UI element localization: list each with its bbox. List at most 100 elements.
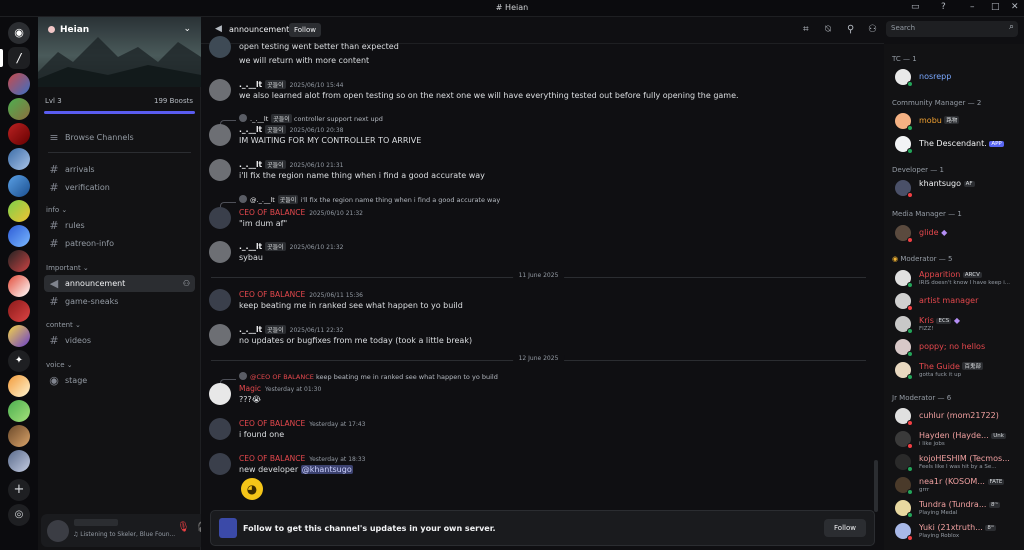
server-icon-6[interactable] bbox=[8, 175, 30, 197]
chat-scrollbar[interactable] bbox=[874, 460, 878, 512]
server-list: ◉ / ✦ + ◎ bbox=[0, 17, 38, 550]
server-icon-13[interactable]: ✦ bbox=[8, 350, 30, 372]
date-divider: 12 June 2025 bbox=[211, 355, 866, 362]
member-item[interactable]: mobu 路物 bbox=[890, 111, 1020, 131]
category-important[interactable]: Important ⌄ bbox=[46, 264, 89, 272]
avatar[interactable] bbox=[209, 418, 231, 440]
threads-icon[interactable]: ⌗ bbox=[803, 24, 809, 35]
notification-bell-icon[interactable]: ⍉ bbox=[825, 24, 831, 35]
message-text: new developer @khantsugo bbox=[239, 465, 353, 474]
follow-banner-button[interactable]: Follow bbox=[824, 519, 866, 537]
avatar[interactable] bbox=[209, 453, 231, 475]
server-icon-10[interactable] bbox=[8, 275, 30, 297]
server-icon-15[interactable] bbox=[8, 400, 30, 422]
boost-progress[interactable]: Lvl 3 199 Boosts bbox=[44, 97, 195, 117]
server-icon-3[interactable] bbox=[8, 98, 30, 120]
follow-button[interactable]: Follow bbox=[289, 23, 321, 37]
avatar[interactable] bbox=[209, 159, 231, 181]
add-member-icon[interactable]: ⚇ bbox=[183, 279, 190, 288]
category-info[interactable]: info ⌄ bbox=[46, 206, 67, 214]
browse-channels[interactable]: ≡ Browse Channels bbox=[44, 129, 195, 146]
member-item[interactable]: Kris ECS ◆ FIZZ! bbox=[890, 314, 1020, 334]
user-mention[interactable]: @khantsugo bbox=[300, 465, 353, 474]
channel-rules[interactable]: # rules bbox=[44, 217, 195, 234]
channel-videos[interactable]: # videos bbox=[44, 332, 195, 349]
member-item[interactable]: Hayden (Hayde... Unk i like jobs bbox=[890, 429, 1020, 449]
channel-announcement[interactable]: ◀ announcement ⚇ bbox=[44, 275, 195, 292]
add-server-icon[interactable]: + bbox=[8, 479, 30, 501]
maximize-button[interactable]: □ bbox=[991, 2, 1000, 12]
avatar[interactable] bbox=[209, 383, 231, 405]
avatar[interactable] bbox=[209, 324, 231, 346]
reply-preview[interactable]: ._.__lt 곳들이 controller support next upd bbox=[239, 114, 383, 123]
server-icon-5[interactable] bbox=[8, 148, 30, 170]
help-icon[interactable]: ? bbox=[941, 2, 946, 12]
sticker-icon[interactable]: ◕ bbox=[241, 478, 263, 500]
message-author[interactable]: ._.__lt 곳들이 2025/06/11 22:32 bbox=[239, 325, 343, 334]
server-icon-14[interactable] bbox=[8, 375, 30, 397]
avatar[interactable] bbox=[209, 207, 231, 229]
avatar[interactable] bbox=[209, 124, 231, 146]
channel-arrivals[interactable]: # arrivals bbox=[44, 161, 195, 178]
message-author[interactable]: CEO OF BALANCE 2025/06/11 15:36 bbox=[239, 290, 363, 299]
message-author[interactable]: ._.__lt 곳들이 2025/06/10 21:32 bbox=[239, 242, 343, 251]
channel-verification[interactable]: # verification bbox=[44, 179, 195, 196]
server-icon-12[interactable] bbox=[8, 325, 30, 347]
chevron-down-icon[interactable]: ⌄ bbox=[183, 24, 191, 34]
member-item[interactable]: Apparition ARCV IRIS doesn't know I have… bbox=[890, 268, 1020, 288]
member-item[interactable]: Yuki (21xtruth... 8ᵐ Playing Roblox bbox=[890, 521, 1020, 541]
server-icon-11[interactable] bbox=[8, 300, 30, 322]
channel-patreon-info[interactable]: # patreon-info bbox=[44, 235, 195, 252]
member-item[interactable]: nosrepp bbox=[890, 67, 1020, 87]
search-input[interactable]: Search ⌕ bbox=[886, 21, 1018, 37]
avatar[interactable] bbox=[209, 289, 231, 311]
member-item[interactable]: poppy; no hellos bbox=[890, 337, 1020, 357]
server-icon-4[interactable] bbox=[8, 123, 30, 145]
member-item[interactable]: Tundra (Tundra... 8ᵐ Playing Medal bbox=[890, 498, 1020, 518]
server-icon-7[interactable] bbox=[8, 200, 30, 222]
server-icon-8[interactable] bbox=[8, 225, 30, 247]
pin-icon[interactable]: ⚲ bbox=[847, 24, 854, 35]
member-list-icon[interactable]: ⚇ bbox=[868, 24, 877, 35]
server-heian-icon[interactable]: / bbox=[8, 47, 30, 69]
member-item[interactable]: The Guide 百鬼部 gotta fuck it up bbox=[890, 360, 1020, 380]
message-author[interactable]: Magic Yesterday at 01:30 bbox=[239, 384, 321, 393]
message-author[interactable]: CEO OF BALANCE 2025/06/10 21:32 bbox=[239, 208, 363, 217]
server-icon-2[interactable] bbox=[8, 73, 30, 95]
server-banner[interactable]: Heian ⌄ bbox=[38, 17, 201, 87]
message-author[interactable]: CEO OF BALANCE Yesterday at 17:43 bbox=[239, 419, 365, 428]
mute-icon[interactable]: 🎙 bbox=[177, 522, 190, 533]
close-button[interactable]: ✕ bbox=[1011, 2, 1019, 12]
gem-icon: ◆ bbox=[953, 316, 960, 325]
message-author[interactable]: CEO OF BALANCE Yesterday at 18:33 bbox=[239, 454, 365, 463]
channel-game-sneaks[interactable]: # game-sneaks bbox=[44, 293, 195, 310]
avatar[interactable] bbox=[209, 241, 231, 263]
discover-compass-icon[interactable]: ◎ bbox=[8, 504, 30, 526]
server-icon-9[interactable] bbox=[8, 250, 30, 272]
message-author[interactable]: ._.__lt 곳들이 2025/06/10 21:31 bbox=[239, 160, 343, 169]
minimize-button[interactable]: – bbox=[970, 2, 975, 12]
member-item[interactable]: artist manager bbox=[890, 291, 1020, 311]
megaphone-icon: ◀ bbox=[49, 277, 59, 290]
avatar[interactable] bbox=[209, 36, 231, 58]
member-item[interactable]: khantsugo AF bbox=[890, 178, 1020, 198]
inbox-icon[interactable]: ▭ bbox=[911, 2, 920, 12]
server-name[interactable]: Heian bbox=[60, 25, 89, 35]
avatar[interactable] bbox=[209, 79, 231, 101]
member-item[interactable]: glide ◆ bbox=[890, 223, 1020, 243]
member-item[interactable]: kojoHESHIM (Tecmos... Feels like I was h… bbox=[890, 452, 1020, 472]
message-author[interactable]: ._.__lt 곳들이 2025/06/10 20:38 bbox=[239, 125, 343, 134]
reply-preview[interactable]: @CEO OF BALANCE keep beating me in ranke… bbox=[239, 372, 498, 381]
message-author[interactable]: ._.__lt 곳들이 2025/06/10 15:44 bbox=[239, 80, 343, 89]
avatar[interactable] bbox=[47, 520, 69, 542]
category-content[interactable]: content ⌄ bbox=[46, 321, 81, 329]
reply-preview[interactable]: @._.__lt 곳들이 i'll fix the region name thi… bbox=[239, 195, 500, 204]
server-icon-16[interactable] bbox=[8, 425, 30, 447]
member-item[interactable]: The Descendant. APP bbox=[890, 134, 1020, 154]
member-item[interactable]: nea1r (KOSOM... FATE grrr bbox=[890, 475, 1020, 495]
server-icon-17[interactable] bbox=[8, 450, 30, 472]
channel-stage[interactable]: ◉ stage bbox=[44, 372, 195, 389]
category-voice[interactable]: voice ⌄ bbox=[46, 361, 73, 369]
member-item[interactable]: cuhlur (mom21722) bbox=[890, 406, 1020, 426]
home-discord-icon[interactable]: ◉ bbox=[8, 22, 30, 44]
